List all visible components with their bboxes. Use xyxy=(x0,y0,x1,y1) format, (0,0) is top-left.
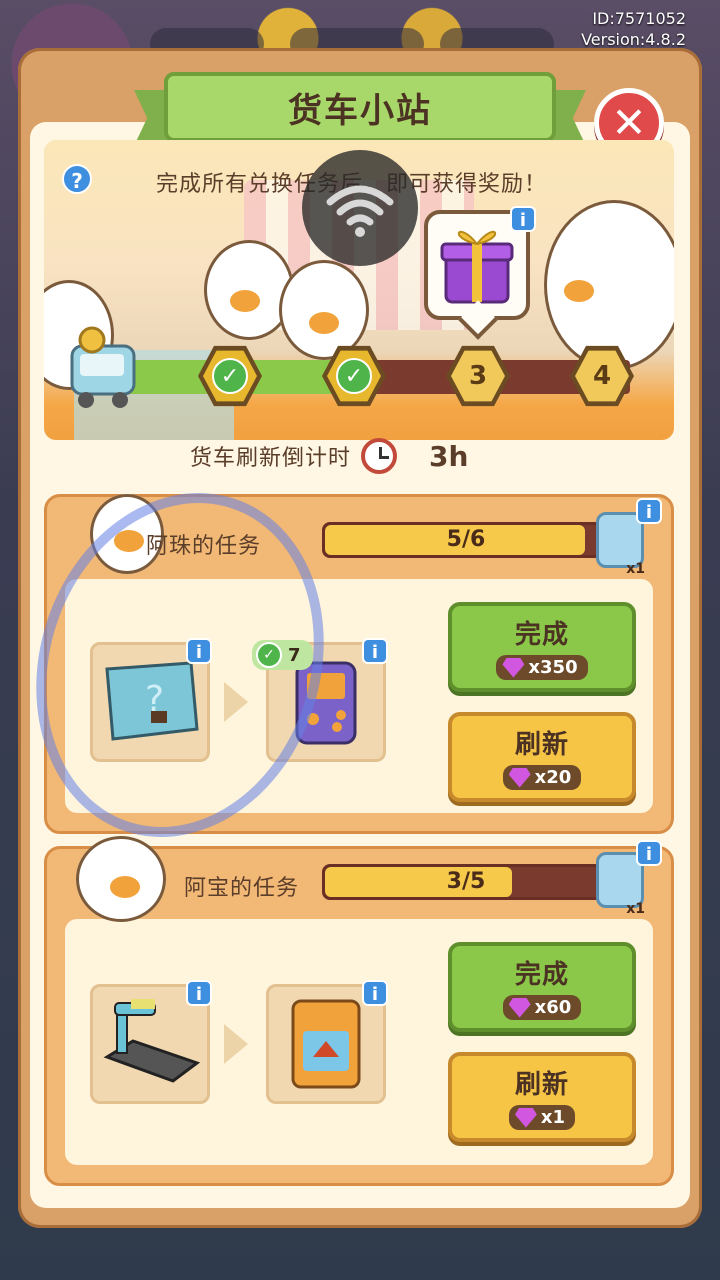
progress-step-1: ✓ xyxy=(198,344,262,408)
refresh-button[interactable]: 刷新 x1 xyxy=(448,1052,636,1142)
page-title: 货车小站 xyxy=(288,90,432,131)
clock-icon xyxy=(361,438,398,474)
user-id: ID:7571052 xyxy=(592,9,686,28)
progress-step-4: 4 xyxy=(570,344,634,408)
info-icon[interactable]: i xyxy=(186,980,212,1006)
complete-cost: x350 xyxy=(528,657,578,678)
owned-count-badge: ✓ 7 xyxy=(252,640,313,670)
arrow-right-icon xyxy=(224,682,248,722)
task-progress-bar: 3/5 xyxy=(322,864,640,900)
step-label: 3 xyxy=(451,350,505,402)
arrow-right-icon xyxy=(224,1024,248,1064)
refresh-label: 刷新 xyxy=(514,730,569,760)
task-progress-bar: 5/6 xyxy=(322,522,640,558)
progress-step-3: 3 xyxy=(446,344,510,408)
question-icon[interactable]: ? xyxy=(62,164,92,194)
cost-tag: x60 xyxy=(502,995,582,1020)
duck-avatar xyxy=(76,836,166,922)
wifi-icon xyxy=(302,150,418,266)
info-icon[interactable]: i xyxy=(186,638,212,664)
info-icon[interactable]: i xyxy=(362,638,388,664)
cost-tag: x20 xyxy=(502,765,582,790)
gem-icon xyxy=(514,1107,537,1128)
refresh-countdown: 货车刷新倒计时 3h xyxy=(190,436,468,476)
gem-icon xyxy=(508,767,531,788)
countdown-label: 货车刷新倒计时 xyxy=(190,446,352,471)
task-title: 阿宝的任务 xyxy=(184,876,300,901)
task-title: 阿珠的任务 xyxy=(146,534,262,559)
owned-count: 7 xyxy=(288,644,301,666)
truck-icon xyxy=(70,326,136,408)
refresh-button[interactable]: 刷新 x20 xyxy=(448,712,636,802)
reward-count: x1 xyxy=(626,561,645,577)
cost-tag: x350 xyxy=(496,655,588,680)
check-icon: ✓ xyxy=(336,358,372,394)
info-icon[interactable]: i xyxy=(510,206,536,232)
title-ribbon: 货车小站 xyxy=(134,72,586,150)
info-icon[interactable]: i xyxy=(636,840,662,866)
cost-tag: x1 xyxy=(508,1105,576,1130)
complete-button[interactable]: 完成 x350 xyxy=(448,602,636,692)
task-progress-text: 3/5 xyxy=(446,869,486,894)
gem-icon xyxy=(502,657,525,678)
task-progress-text: 5/6 xyxy=(446,527,486,552)
refresh-cost: x20 xyxy=(534,767,572,788)
info-icon[interactable]: i xyxy=(362,980,388,1006)
step-label: 4 xyxy=(575,350,629,402)
version-label: Version:4.8.2 xyxy=(581,30,686,49)
build-info: ID:7571052 Version:4.8.2 xyxy=(581,8,686,50)
refresh-cost: x1 xyxy=(540,1107,566,1128)
complete-button[interactable]: 完成 x60 xyxy=(448,942,636,1032)
info-icon[interactable]: i xyxy=(636,498,662,524)
check-icon: ✓ xyxy=(256,642,282,668)
complete-label: 完成 xyxy=(514,620,569,650)
check-icon: ✓ xyxy=(212,358,248,394)
refresh-label: 刷新 xyxy=(514,1070,569,1100)
complete-cost: x60 xyxy=(534,997,572,1018)
title-ribbon-body: 货车小站 xyxy=(164,72,556,142)
complete-label: 完成 xyxy=(514,960,569,990)
gem-icon xyxy=(508,997,531,1018)
reward-count: x1 xyxy=(626,901,645,917)
countdown-value: 3h xyxy=(429,439,469,473)
close-icon: ✕ xyxy=(611,98,647,147)
progress-step-2: ✓ xyxy=(322,344,386,408)
